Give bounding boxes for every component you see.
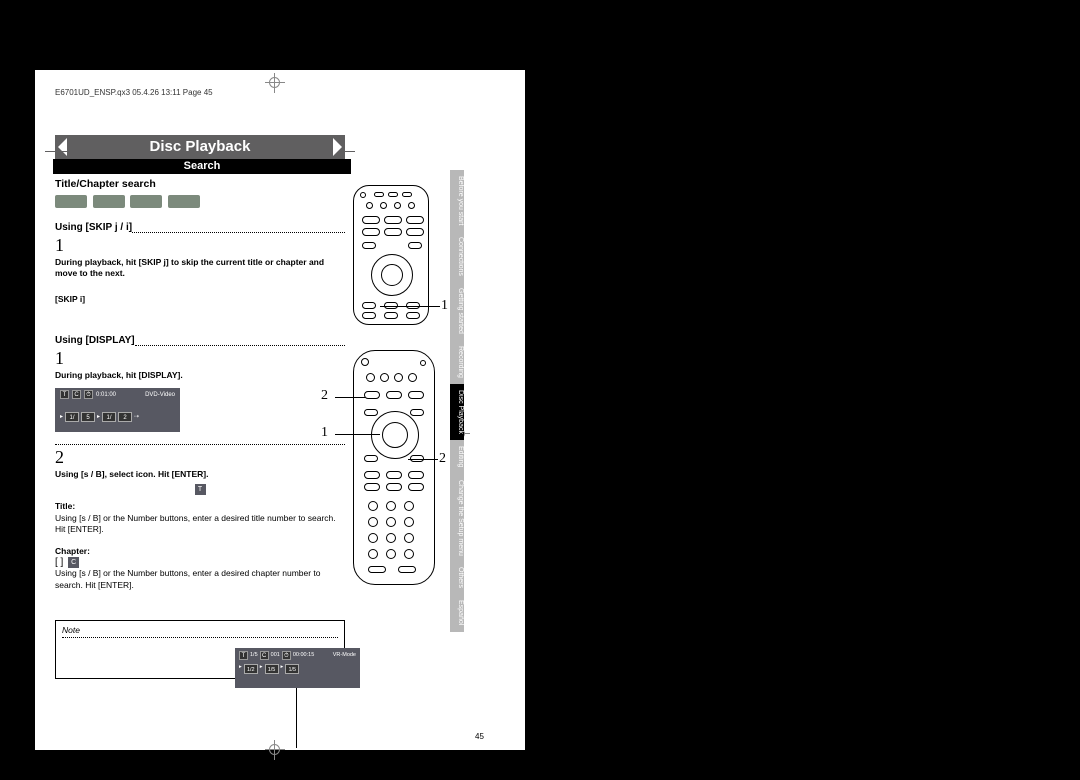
c-icon: C — [68, 557, 79, 568]
t-icon: T — [239, 651, 248, 660]
skip-back-label: [SKIP i] — [55, 294, 345, 305]
display-step2-text: Using [s / B], select icon. Hit [ENTER]. — [55, 469, 345, 480]
using-display-heading: Using [DISPLAY] — [55, 335, 135, 346]
osd-format: DVD-Video — [145, 392, 175, 398]
display-step1-text: During playback, hit [DISPLAY]. — [55, 370, 345, 381]
badge-icon — [168, 195, 200, 208]
t-icon: T — [60, 390, 69, 399]
tab-getting-started: Getting started — [450, 282, 464, 340]
disc-type-badges — [55, 195, 345, 208]
arrow-icon: ⇢ — [134, 413, 139, 420]
osd-screenshot: T C ⏱ 0:01:00 DVD-Video ▸ 1/ 5 ▸ 1/ 2 ⇢ — [55, 388, 180, 432]
tab-disc-playback: Disc Playback — [450, 384, 464, 440]
section-tabs: Before you start Connections Getting sta… — [450, 170, 464, 632]
c-icon: C — [72, 390, 81, 399]
registration-mark-icon — [265, 73, 285, 93]
note-osd-screenshot: T 1/5 C 001 ⏱ 00:00:15 VR-Mode ▸1/2 ▸1/5… — [235, 648, 360, 688]
clock-icon: ⏱ — [84, 390, 93, 399]
c-icon: C — [260, 651, 269, 660]
callout-number: 1 — [441, 298, 448, 314]
chapter-title-banner: Disc Playback — [55, 135, 345, 159]
tab-before-you-start: Before you start — [450, 170, 464, 231]
chapter-label: Chapter: — [55, 546, 345, 557]
registration-mark-icon — [265, 740, 285, 760]
osd-value: 1/ — [102, 412, 116, 422]
title-label: Title: — [55, 501, 345, 512]
tab-others: Others — [450, 561, 464, 594]
subsection-heading: Title/Chapter search — [55, 178, 345, 190]
tab-recording: Recording — [450, 340, 464, 384]
remote-illustration — [353, 350, 435, 585]
title-instruction: Using [s / B] or the Number buttons, ent… — [55, 513, 345, 536]
skip-instruction: During playback, hit [SKIP j] to skip th… — [55, 257, 345, 280]
print-header: E6701UD_ENSP.qx3 05.4.26 13:11 Page 45 — [55, 88, 213, 97]
callout-number: 2 — [439, 451, 446, 467]
chapter-instruction: Using [s / B] or the Number buttons, ent… — [55, 568, 345, 591]
osd-value: 2 — [118, 412, 132, 422]
section-title-banner: Search — [53, 159, 351, 174]
osd-time: 0:01:00 — [96, 392, 116, 398]
osd-value: 5 — [81, 412, 95, 422]
t-icon: T — [195, 484, 206, 495]
chapter-title: Disc Playback — [150, 138, 251, 155]
tab-connections: Connections — [450, 231, 464, 282]
note-label: Note — [62, 625, 80, 635]
step-number: 1 — [55, 235, 345, 256]
tab-editing: Editing — [450, 440, 464, 473]
using-skip-heading: Using [SKIP j / i] — [55, 222, 132, 233]
body-content: Title/Chapter search Using [SKIP j / i] … — [55, 178, 345, 591]
step-number: 2 — [55, 447, 345, 468]
badge-icon — [130, 195, 162, 208]
badge-icon — [55, 195, 87, 208]
page-number: 45 — [475, 732, 484, 741]
badge-icon — [93, 195, 125, 208]
osd-value: 1/ — [65, 412, 79, 422]
callout-number: 1 — [321, 425, 328, 441]
remote-illustration — [353, 185, 429, 325]
callout-number: 2 — [321, 388, 328, 404]
bracket-label: [ ] — [55, 557, 63, 568]
note-callout-line — [296, 688, 297, 748]
clock-icon: ⏱ — [282, 651, 291, 660]
step-number: 1 — [55, 348, 345, 369]
tab-espanol: Español — [450, 594, 464, 631]
tab-change-setup-menu: Change the Setup menu — [450, 474, 464, 562]
